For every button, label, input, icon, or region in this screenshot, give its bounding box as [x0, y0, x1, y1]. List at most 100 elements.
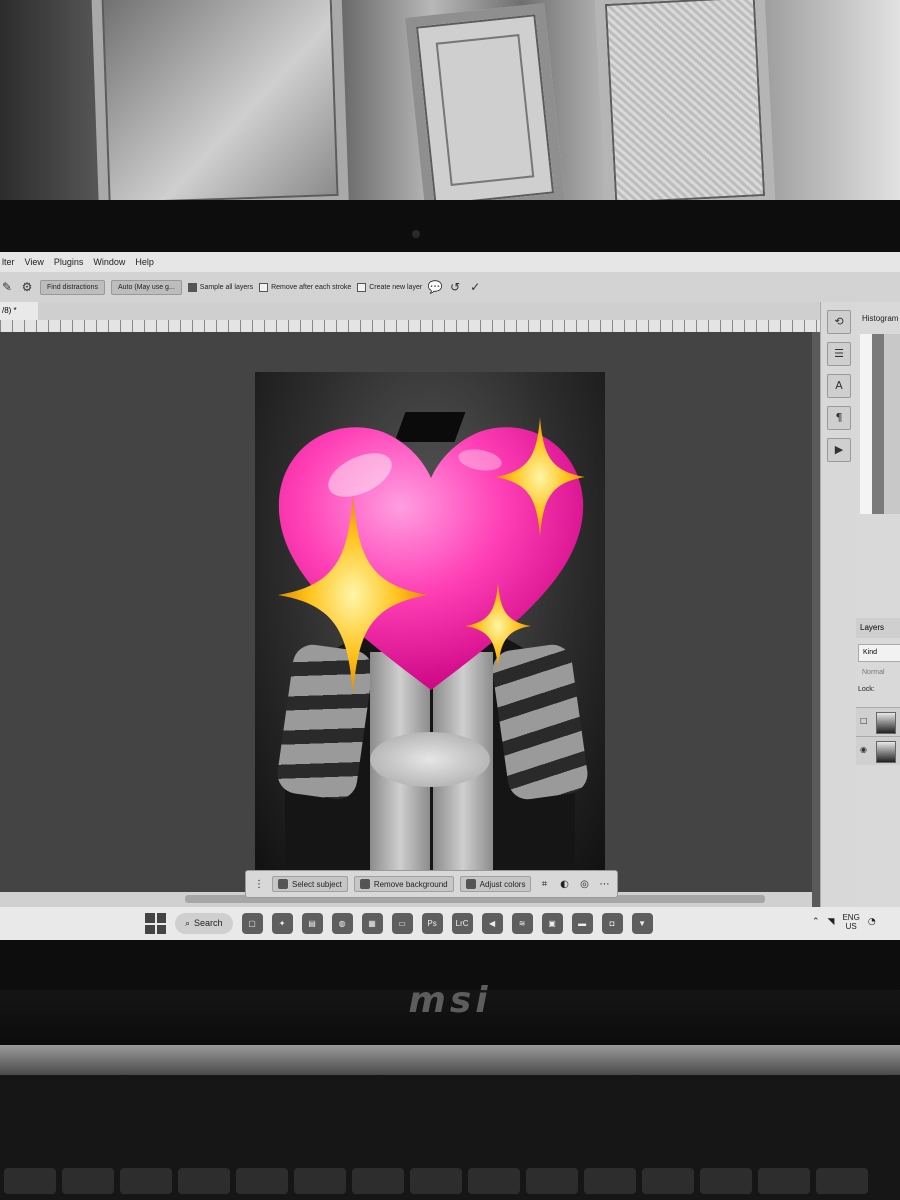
create-new-layer-checkbox[interactable]: Create new layer: [357, 282, 422, 292]
remove-background-button[interactable]: Remove background: [353, 876, 454, 892]
options-bar: ✎ ⚙ Find distractions Auto (May use g...…: [0, 272, 900, 302]
file-explorer-icon[interactable]: ▭: [391, 913, 413, 934]
remove-after-stroke-checkbox[interactable]: Remove after each stroke: [259, 282, 351, 292]
vscode-icon[interactable]: ◀: [481, 913, 503, 934]
spotify-icon[interactable]: ≋: [511, 913, 533, 934]
undo-icon[interactable]: ↺: [448, 280, 462, 294]
select-subject-button[interactable]: Select subject: [272, 876, 348, 892]
layer-filter-kind[interactable]: Kind: [858, 644, 900, 662]
sparkle-icon: [495, 417, 585, 537]
key[interactable]: [120, 1168, 172, 1194]
calendar-icon[interactable]: ▣: [541, 913, 563, 934]
menu-view[interactable]: View: [25, 257, 44, 267]
key[interactable]: [758, 1168, 810, 1194]
app-icon[interactable]: ▦: [361, 913, 383, 934]
layers-tab[interactable]: Layers: [856, 618, 900, 638]
chevron-up-icon[interactable]: ⌃: [812, 917, 820, 927]
laptop-hinge: [0, 1045, 900, 1075]
picture-frame: [594, 0, 776, 215]
mode-select[interactable]: Auto (May use g...: [110, 279, 182, 295]
sample-all-layers-label: Sample all layers: [199, 283, 254, 291]
check-icon[interactable]: ✓: [468, 280, 482, 294]
character-icon[interactable]: A: [827, 374, 851, 398]
start-icon[interactable]: [145, 913, 166, 934]
history-icon[interactable]: ⟲: [827, 310, 851, 334]
copilot-icon[interactable]: ✦: [271, 913, 293, 934]
app-icon[interactable]: ▼: [631, 913, 653, 934]
select-subject-label: Select subject: [292, 879, 342, 889]
chrome-icon[interactable]: ◍: [331, 913, 353, 934]
lightroom-classic-icon[interactable]: LrC: [451, 913, 473, 934]
key[interactable]: [236, 1168, 288, 1194]
os-taskbar: ⌕ Search ▢ ✦ ▤ ◍ ▦ ▭ Ps LrC ◀ ≋ ▣ ▬ ◘ ▼ …: [0, 907, 900, 940]
laptop-logo: msi: [408, 980, 492, 1021]
photoshop-icon[interactable]: Ps: [421, 913, 443, 934]
photo-scene: msi lter View Plugins Window Help ✎ ⚙ Fi…: [0, 0, 900, 1200]
paragraph-icon[interactable]: ¶: [827, 406, 851, 430]
menu-plugins[interactable]: Plugins: [54, 257, 84, 267]
task-view-icon[interactable]: ▢: [241, 913, 263, 934]
play-icon[interactable]: ▶: [827, 438, 851, 462]
key[interactable]: [62, 1168, 114, 1194]
sparkle-icon: [465, 582, 531, 670]
remove-background-label: Remove background: [373, 879, 448, 889]
menu-filter[interactable]: lter: [2, 257, 15, 267]
properties-icon[interactable]: ☰: [827, 342, 851, 366]
menu-window[interactable]: Window: [93, 257, 125, 267]
key[interactable]: [468, 1168, 520, 1194]
taskbar-apps: ⌕ Search ▢ ✦ ▤ ◍ ▦ ▭ Ps LrC ◀ ≋ ▣ ▬ ◘ ▼: [145, 913, 653, 934]
wifi-icon[interactable]: ◔: [868, 917, 876, 927]
person-icon: [278, 879, 288, 889]
app-icon[interactable]: ◘: [601, 913, 623, 934]
checkbox-icon: [187, 282, 197, 292]
feedback-icon[interactable]: 💬: [428, 280, 443, 294]
menu-bar: lter View Plugins Window Help: [0, 252, 900, 272]
crop-icon[interactable]: ⌗: [537, 877, 551, 891]
checkbox-icon: [259, 282, 269, 292]
key[interactable]: [178, 1168, 230, 1194]
key[interactable]: [4, 1168, 56, 1194]
layer-thumbnail: [876, 712, 896, 734]
eye-icon[interactable]: ◉: [860, 746, 868, 754]
menu-help[interactable]: Help: [135, 257, 154, 267]
more-options-icon[interactable]: ⋯: [597, 877, 611, 891]
taskbar-search[interactable]: ⌕ Search: [175, 913, 233, 934]
gear-icon[interactable]: ⚙: [20, 280, 34, 294]
checkbox-icon: [357, 282, 367, 292]
app-icon[interactable]: ▬: [571, 913, 593, 934]
lock-label: Lock:: [858, 686, 875, 693]
system-tray: ⌃ ◥ ENG US ◔: [812, 913, 876, 931]
key[interactable]: [526, 1168, 578, 1194]
key[interactable]: [700, 1168, 752, 1194]
layer-row[interactable]: ◉: [856, 736, 900, 765]
adjustment-icon[interactable]: ◐: [557, 877, 571, 891]
app-icon[interactable]: ▤: [301, 913, 323, 934]
key[interactable]: [410, 1168, 462, 1194]
key[interactable]: [642, 1168, 694, 1194]
find-distractions-button[interactable]: Find distractions: [40, 279, 105, 295]
key[interactable]: [294, 1168, 346, 1194]
sparkle-icon: [278, 495, 428, 695]
adjust-colors-button[interactable]: Adjust colors: [459, 876, 532, 892]
key[interactable]: [584, 1168, 636, 1194]
document-tab-bar: /8) *: [0, 302, 820, 320]
document-tab[interactable]: /8) *: [0, 302, 38, 320]
palette-icon: [465, 879, 476, 889]
language-indicator[interactable]: ENG US: [842, 913, 859, 931]
webcam: [412, 230, 420, 238]
sample-all-layers-checkbox[interactable]: Sample all layers: [187, 282, 254, 292]
lang-bottom: US: [845, 922, 857, 931]
drag-handle-icon[interactable]: ⋮: [252, 877, 266, 891]
key[interactable]: [352, 1168, 404, 1194]
picture-frame: [91, 0, 349, 215]
vertical-scrollbar[interactable]: [812, 332, 820, 907]
mask-icon[interactable]: ◎: [577, 877, 591, 891]
search-icon: ⌕: [185, 918, 191, 928]
brush-icon[interactable]: ✎: [0, 280, 14, 294]
key[interactable]: [816, 1168, 868, 1194]
search-label: Search: [194, 918, 223, 928]
layer-row[interactable]: □: [856, 707, 900, 736]
network-icon[interactable]: ◥: [828, 917, 835, 927]
visibility-toggle-icon[interactable]: □: [860, 717, 868, 725]
blend-mode-select[interactable]: Normal: [858, 666, 900, 680]
